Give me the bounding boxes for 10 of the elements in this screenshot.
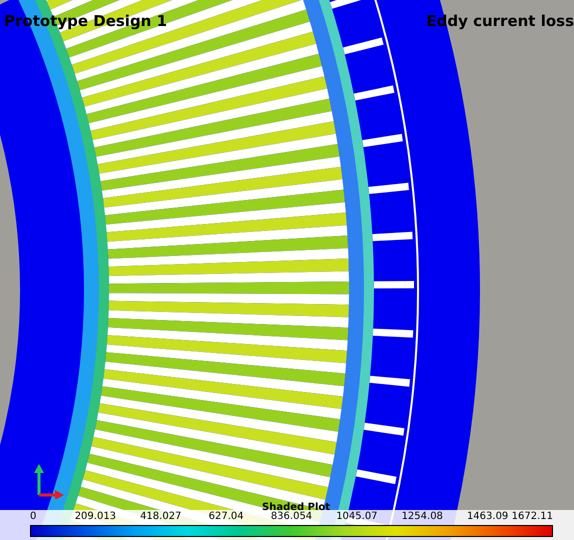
tick-label: 1672.11 (512, 511, 553, 523)
tick-label: 627.04 (208, 511, 244, 523)
tick-label: 0 (30, 511, 36, 523)
tick-label: 1463.09 (466, 511, 508, 523)
tick-label: 1045.07 (336, 511, 378, 523)
tick-label: 1254.08 (402, 511, 443, 523)
tick-label: 209.013 (74, 511, 116, 523)
axis-triad-icon (33, 463, 65, 499)
tick-label: 418.027 (140, 511, 182, 523)
tick-label: 836.054 (270, 511, 312, 523)
